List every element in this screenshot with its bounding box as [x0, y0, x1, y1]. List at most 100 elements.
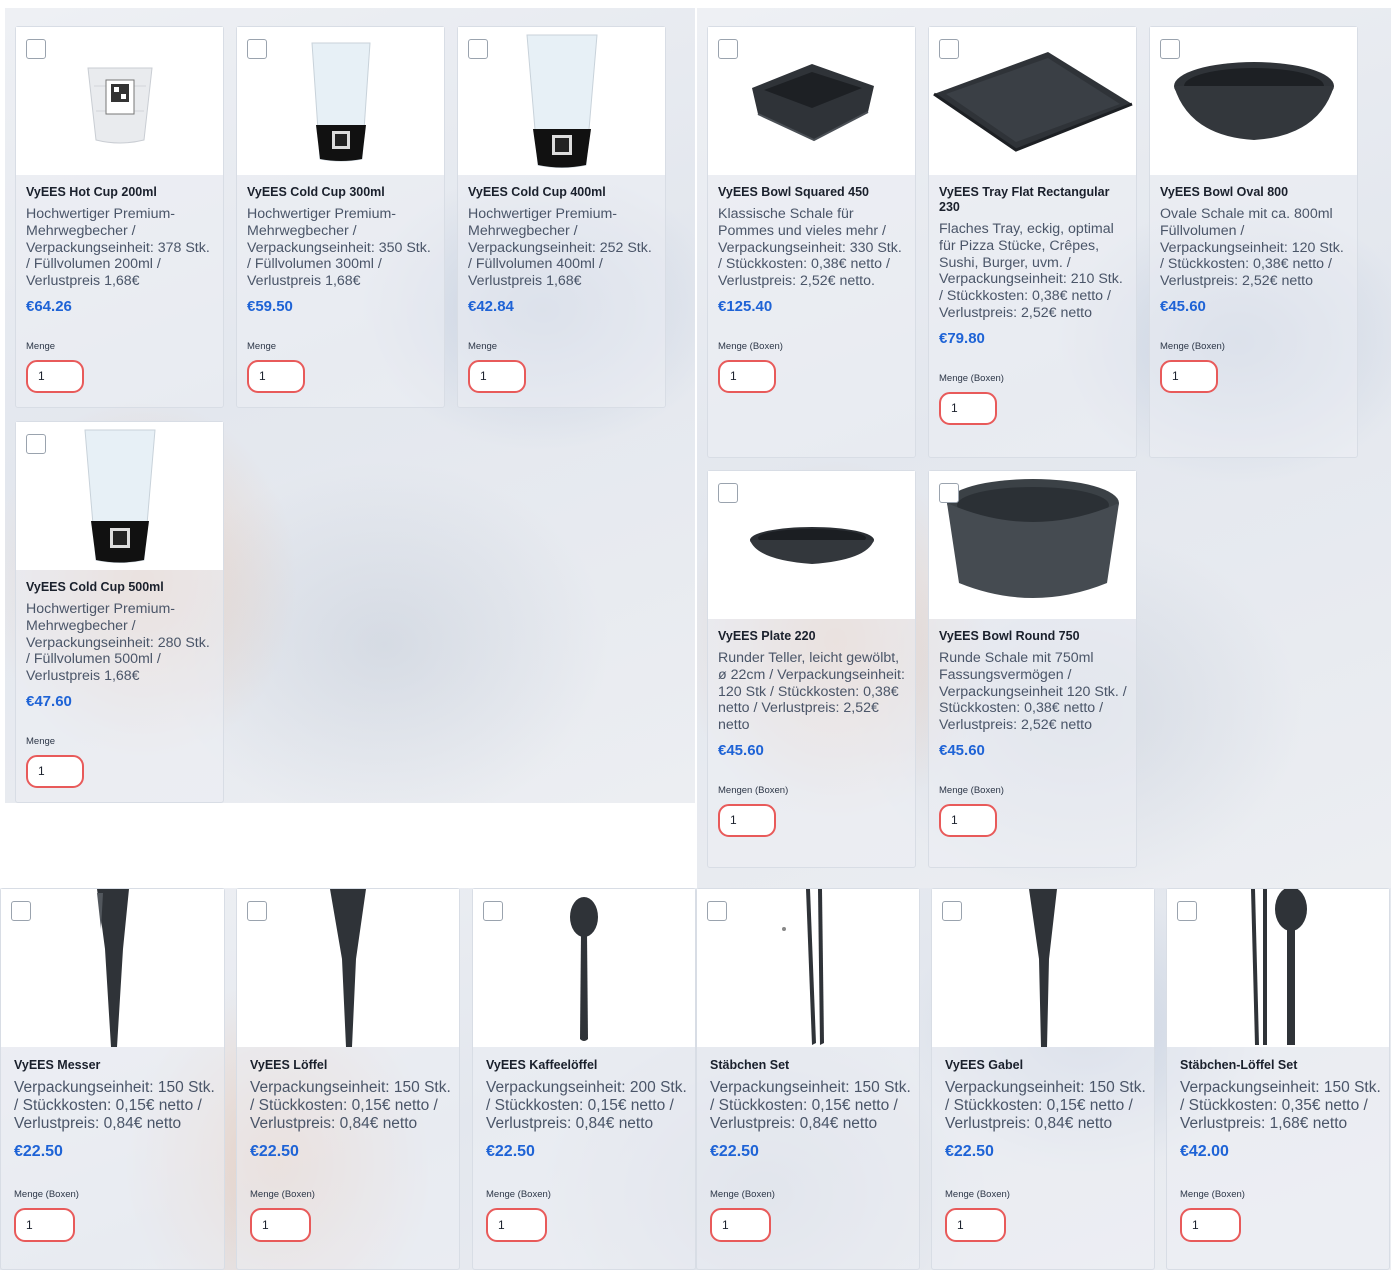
product-card-staebchen-loeffel-set: Stäbchen-Löffel Set Verpackungseinheit: …: [1166, 888, 1390, 1270]
product-title: VyEES Bowl Squared 450: [718, 185, 869, 199]
product-price: €45.60: [1160, 297, 1206, 315]
select-checkbox[interactable]: [1160, 39, 1180, 59]
product-description: Flaches Tray, eckig, optimal für Pizza S…: [939, 221, 1123, 321]
product-image[interactable]: [708, 471, 915, 619]
product-title: VyEES Plate 220: [718, 629, 816, 643]
quantity-label: Menge (Boxen): [718, 340, 783, 352]
product-title: VyEES Messer: [14, 1058, 101, 1072]
select-checkbox[interactable]: [247, 39, 267, 59]
product-card-cold-cup-400: VyEES Cold Cup 400ml Hochwertiger Premiu…: [457, 26, 666, 408]
cutlery-panel: VyEES Messer Verpackungseinheit: 150 Stk…: [0, 888, 1391, 1270]
select-checkbox[interactable]: [939, 39, 959, 59]
product-image[interactable]: [1150, 27, 1357, 175]
product-card-bowl-round-750: VyEES Bowl Round 750 Runde Schale mit 75…: [928, 470, 1137, 868]
product-title: VyEES Cold Cup 500ml: [26, 580, 164, 594]
product-title: VyEES Löffel: [250, 1058, 328, 1072]
product-price: €22.50: [14, 1142, 63, 1160]
product-description: Verpackungseinheit: 150 Stk. / Stückkost…: [710, 1079, 911, 1133]
quantity-input[interactable]: [250, 1207, 311, 1242]
spoon-icon: [330, 889, 366, 1047]
select-checkbox[interactable]: [1177, 901, 1197, 921]
quantity-input[interactable]: [945, 1207, 1006, 1242]
quantity-input[interactable]: [718, 803, 776, 837]
product-title: VyEES Cold Cup 300ml: [247, 185, 385, 199]
quantity-label: Menge (Boxen): [1180, 1188, 1245, 1200]
product-card-cold-cup-300: VyEES Cold Cup 300ml Hochwertiger Premiu…: [236, 26, 445, 408]
product-title: VyEES Gabel: [945, 1058, 1024, 1072]
product-price: €22.50: [250, 1142, 299, 1160]
select-checkbox[interactable]: [939, 483, 959, 503]
select-checkbox[interactable]: [26, 434, 46, 454]
product-image[interactable]: [458, 27, 665, 175]
quantity-input[interactable]: [939, 803, 997, 837]
plate-icon: [749, 527, 874, 564]
product-title: VyEES Tray Flat Rectangular 230: [939, 185, 1110, 214]
quantity-label: Menge (Boxen): [1160, 340, 1225, 352]
quantity-input[interactable]: [1160, 359, 1218, 393]
product-description: Hochwertiger Premium-Mehrwegbecher / Ver…: [26, 206, 210, 290]
product-description: Verpackungseinheit: 150 Stk. / Stückkost…: [14, 1079, 215, 1133]
quantity-input[interactable]: [486, 1207, 547, 1242]
select-checkbox[interactable]: [707, 901, 727, 921]
product-description: Verpackungseinheit: 150 Stk. / Stückkost…: [945, 1079, 1146, 1133]
product-image[interactable]: [697, 889, 919, 1047]
quantity-label: Menge (Boxen): [710, 1188, 775, 1200]
quantity-input[interactable]: [14, 1207, 75, 1242]
teaspoon-icon: [570, 897, 598, 1041]
product-image[interactable]: [16, 27, 223, 175]
product-image[interactable]: [929, 471, 1136, 619]
product-card-plate-220: VyEES Plate 220 Runder Teller, leicht ge…: [707, 470, 916, 868]
product-image[interactable]: [473, 889, 695, 1047]
product-card-staebchen-set: Stäbchen Set Verpackungseinheit: 150 Stk…: [696, 888, 920, 1270]
product-image[interactable]: [1167, 889, 1389, 1047]
select-checkbox[interactable]: [11, 901, 31, 921]
cup-icon: [525, 34, 598, 168]
select-checkbox[interactable]: [468, 39, 488, 59]
quantity-label: Menge (Boxen): [945, 1188, 1010, 1200]
product-price: €22.50: [486, 1142, 535, 1160]
select-checkbox[interactable]: [247, 901, 267, 921]
tray-icon: [933, 52, 1133, 152]
quantity-input[interactable]: [468, 359, 526, 393]
product-image[interactable]: [932, 889, 1154, 1047]
product-image[interactable]: [16, 422, 223, 570]
product-price: €47.60: [26, 692, 72, 710]
quantity-input[interactable]: [939, 391, 997, 425]
product-description: Runder Teller, leicht gewölbt, ø 22cm / …: [718, 650, 905, 734]
product-card-messer: VyEES Messer Verpackungseinheit: 150 Stk…: [0, 888, 225, 1270]
select-checkbox[interactable]: [26, 39, 46, 59]
quantity-label: Menge (Boxen): [486, 1188, 551, 1200]
product-title: VyEES Bowl Oval 800: [1160, 185, 1289, 199]
quantity-input[interactable]: [247, 359, 305, 393]
product-image[interactable]: [929, 27, 1136, 175]
quantity-input[interactable]: [26, 754, 84, 788]
product-card-tray-flat-230: VyEES Tray Flat Rectangular 230 Flaches …: [928, 26, 1137, 458]
quantity-input[interactable]: [1180, 1207, 1241, 1242]
product-description: Ovale Schale mit ca. 800ml Füllvolumen /…: [1160, 206, 1344, 290]
cup-icon: [310, 42, 371, 161]
quantity-label: Menge: [26, 735, 56, 747]
product-image[interactable]: [237, 27, 444, 175]
product-description: Klassische Schale für Pommes und vieles …: [718, 206, 902, 290]
quantity-input[interactable]: [710, 1207, 771, 1242]
product-price: €125.40: [718, 297, 773, 315]
knife-icon: [96, 889, 129, 1047]
product-image[interactable]: [237, 889, 459, 1047]
product-card-gabel: VyEES Gabel Verpackungseinheit: 150 Stk.…: [931, 888, 1155, 1270]
product-price: €45.60: [718, 741, 764, 759]
product-description: Verpackungseinheit: 150 Stk. / Stückkost…: [1180, 1079, 1381, 1133]
product-price: €42.84: [468, 297, 514, 315]
product-price: €64.26: [26, 297, 72, 315]
product-card-loeffel: VyEES Löffel Verpackungseinheit: 150 Stk…: [236, 888, 460, 1270]
product-description: Hochwertiger Premium-Mehrwegbecher / Ver…: [247, 206, 431, 290]
select-checkbox[interactable]: [718, 39, 738, 59]
select-checkbox[interactable]: [942, 901, 962, 921]
product-image[interactable]: [1, 889, 224, 1047]
quantity-input[interactable]: [718, 359, 776, 393]
bowl-icon: [1173, 62, 1334, 140]
select-checkbox[interactable]: [718, 483, 738, 503]
product-title: VyEES Hot Cup 200ml: [26, 185, 157, 199]
quantity-input[interactable]: [26, 359, 84, 393]
select-checkbox[interactable]: [483, 901, 503, 921]
product-image[interactable]: [708, 27, 915, 175]
